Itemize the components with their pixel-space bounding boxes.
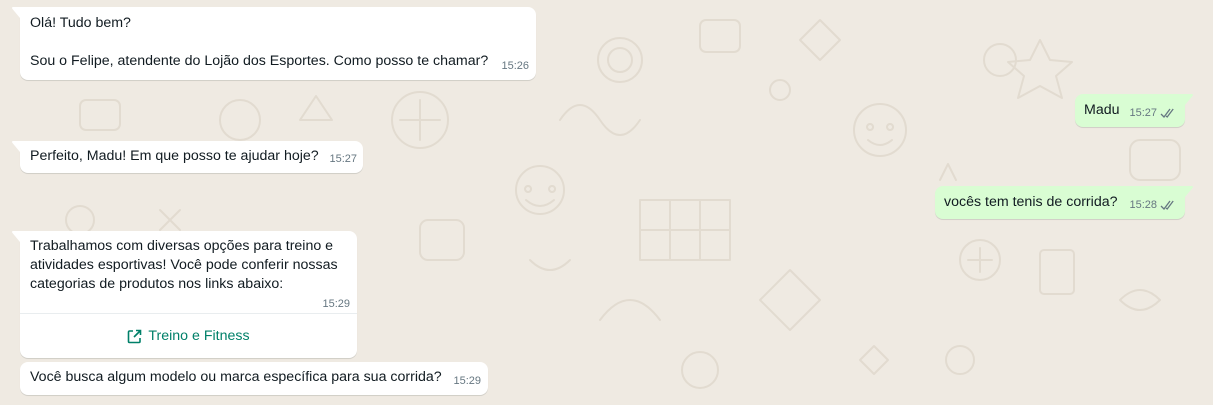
incoming-message-bubble: Perfeito, Madu! Em que posso te ajudar h… <box>12 141 363 173</box>
bubble-tail-icon <box>12 7 20 18</box>
bubble-tail-icon <box>1185 94 1193 105</box>
message-text: Perfeito, Madu! Em que posso te ajudar h… <box>30 148 319 164</box>
message-text-line: categorias de produtos nos links abaixo: <box>30 276 284 292</box>
message-text-line: Trabalhamos com diversas opções para tre… <box>30 238 334 254</box>
incoming-message-bubble-with-link: Trabalhamos com diversas opções para tre… <box>12 231 357 358</box>
outgoing-message-bubble: Madu 15:27 <box>1075 94 1193 127</box>
message-timestamp: 15:27 <box>329 153 357 165</box>
message-text: Madu <box>1084 102 1120 118</box>
incoming-message-bubble: Você busca algum modelo ou marca específ… <box>20 362 488 395</box>
message-text-line: Sou o Felipe, atendente do Lojão dos Esp… <box>30 53 489 69</box>
bubble-tail-icon <box>12 231 20 242</box>
message-timestamp: 15:28 <box>1129 199 1157 211</box>
message-text: vocês tem tenis de corrida? <box>944 194 1118 210</box>
link-button-label: Treino e Fitness <box>148 327 250 344</box>
double-check-read-icon <box>1160 200 1174 210</box>
message-meta: 15:28 <box>1129 196 1176 215</box>
double-check-read-icon <box>1160 108 1174 118</box>
incoming-message-bubble: Olá! Tudo bem? Sou o Felipe, atendente d… <box>12 7 536 80</box>
bubble-tail-icon <box>1185 186 1193 197</box>
message-text-line: atividades esportivas! Você pode conferi… <box>30 257 338 273</box>
treino-e-fitness-link-button[interactable]: Treino e Fitness <box>20 313 357 358</box>
outgoing-message-bubble: vocês tem tenis de corrida? 15:28 <box>935 186 1193 219</box>
external-link-icon <box>128 329 142 343</box>
message-meta: 15:27 <box>1129 104 1176 123</box>
bubble-tail-icon <box>12 141 20 152</box>
message-text-line: Olá! Tudo bem? <box>30 15 131 31</box>
message-text: Você busca algum modelo ou marca específ… <box>30 369 442 385</box>
message-timestamp: 15:26 <box>501 60 529 72</box>
message-timestamp: 15:29 <box>453 375 481 387</box>
message-timestamp: 15:27 <box>1129 107 1157 119</box>
message-timestamp: 15:29 <box>322 298 350 310</box>
